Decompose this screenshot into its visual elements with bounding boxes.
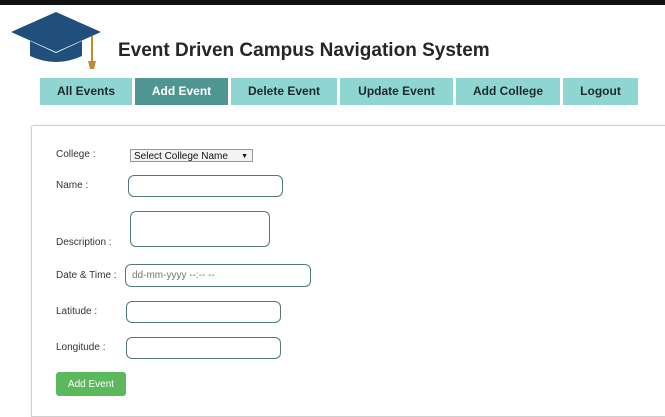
description-textarea[interactable] (130, 211, 270, 247)
tab-add-event[interactable]: Add Event (135, 78, 228, 105)
graduation-cap-icon (11, 12, 101, 69)
tab-update-event[interactable]: Update Event (340, 78, 453, 105)
longitude-label: Longitude : (56, 342, 106, 353)
name-label: Name : (56, 180, 89, 191)
latitude-label: Latitude : (56, 306, 98, 317)
datetime-label: Date & Time : (56, 270, 117, 281)
chevron-down-icon: ▼ (241, 153, 248, 160)
add-event-button[interactable]: Add Event (56, 372, 126, 396)
college-select[interactable]: Select College Name ▼ (130, 149, 253, 162)
tab-logout[interactable]: Logout (563, 78, 638, 105)
latitude-input[interactable] (126, 301, 281, 323)
tab-delete-event[interactable]: Delete Event (231, 78, 337, 105)
college-label: College : (56, 149, 96, 160)
tab-add-college[interactable]: Add College (456, 78, 560, 105)
college-select-value: Select College Name (134, 151, 228, 162)
page-title: Event Driven Campus Navigation System (118, 40, 490, 61)
name-input[interactable] (128, 175, 283, 197)
datetime-input[interactable] (125, 264, 311, 287)
longitude-input[interactable] (126, 337, 281, 359)
tab-all-events[interactable]: All Events (40, 78, 132, 105)
description-label: Description : (56, 237, 112, 248)
top-bar (0, 0, 665, 5)
